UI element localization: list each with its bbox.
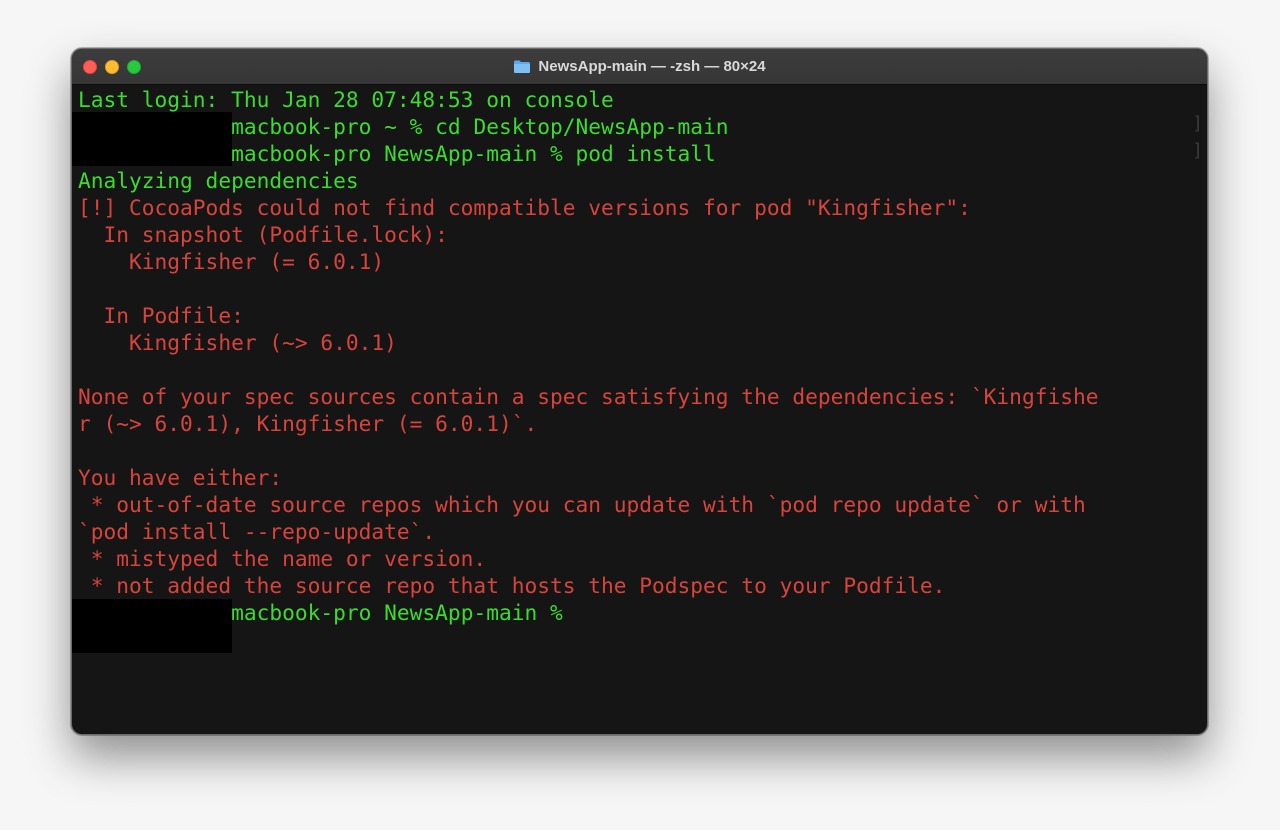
terminal-line: * out-of-date source repos which you can… bbox=[78, 491, 1207, 518]
terminal-line: Last login: Thu Jan 28 07:48:53 on conso… bbox=[78, 86, 1207, 113]
terminal-line-text: * out-of-date source repos which you can… bbox=[78, 492, 1086, 517]
redacted-username-block bbox=[72, 599, 232, 653]
terminal-line-text: Analyzing dependencies bbox=[78, 168, 359, 193]
right-margin-mark: ] bbox=[1192, 140, 1203, 161]
terminal-line: r (~> 6.0.1), Kingfisher (= 6.0.1)`. bbox=[78, 410, 1207, 437]
terminal-line: Analyzing dependencies bbox=[78, 167, 1207, 194]
terminal-line-text: You have either: bbox=[78, 465, 283, 490]
terminal-line-text: In Podfile: bbox=[78, 303, 244, 328]
redacted-username-block bbox=[72, 112, 232, 166]
terminal-line: None of your spec sources contain a spec… bbox=[78, 383, 1207, 410]
terminal-line-text: Last login: Thu Jan 28 07:48:53 on conso… bbox=[78, 87, 614, 112]
window-title: NewsApp-main — -zsh — 80×24 bbox=[538, 58, 766, 75]
right-margin-mark: ] bbox=[1192, 113, 1203, 134]
terminal-line: In Podfile: bbox=[78, 302, 1207, 329]
terminal-line-text: r (~> 6.0.1), Kingfisher (= 6.0.1)`. bbox=[78, 411, 538, 436]
terminal-line-text: @macbook-pro ~ % cd Desktop/NewsApp-main bbox=[218, 114, 729, 139]
terminal-line: `pod install --repo-update`. bbox=[78, 518, 1207, 545]
window-title-area: NewsApp-main — -zsh — 80×24 bbox=[72, 49, 1207, 84]
terminal-line-text: * mistyped the name or version. bbox=[78, 546, 487, 571]
terminal-line-text: @macbook-pro NewsApp-main % bbox=[218, 600, 576, 625]
terminal-line: @macbook-pro NewsApp-main % bbox=[78, 599, 1207, 626]
terminal-line: * not added the source repo that hosts t… bbox=[78, 572, 1207, 599]
terminal-line: * mistyped the name or version. bbox=[78, 545, 1207, 572]
title-bar[interactable]: NewsApp-main — -zsh — 80×24 bbox=[72, 49, 1207, 85]
terminal-output[interactable]: Last login: Thu Jan 28 07:48:53 on conso… bbox=[78, 86, 1207, 626]
terminal-line-text: None of your spec sources contain a spec… bbox=[78, 384, 1099, 409]
terminal-line-text: * not added the source repo that hosts t… bbox=[78, 573, 946, 598]
terminal-line: You have either: bbox=[78, 464, 1207, 491]
terminal-window[interactable]: NewsApp-main — -zsh — 80×24 Last login: … bbox=[71, 48, 1208, 735]
terminal-line: @macbook-pro NewsApp-main % pod install bbox=[78, 140, 1207, 167]
terminal-line: Kingfisher (~> 6.0.1) bbox=[78, 329, 1207, 356]
terminal-line-text: In snapshot (Podfile.lock): bbox=[78, 222, 448, 247]
terminal-line-text: `pod install --repo-update`. bbox=[78, 519, 436, 544]
terminal-line-text: @macbook-pro NewsApp-main % pod install bbox=[218, 141, 716, 166]
terminal-line-text: Kingfisher (~> 6.0.1) bbox=[78, 330, 397, 355]
terminal-line: In snapshot (Podfile.lock): bbox=[78, 221, 1207, 248]
terminal-line: @macbook-pro ~ % cd Desktop/NewsApp-main bbox=[78, 113, 1207, 140]
terminal-line-text: [!] CocoaPods could not find compatible … bbox=[78, 195, 971, 220]
terminal-line: Kingfisher (= 6.0.1) bbox=[78, 248, 1207, 275]
terminal-line-text: Kingfisher (= 6.0.1) bbox=[78, 249, 385, 274]
terminal-line: [!] CocoaPods could not find compatible … bbox=[78, 194, 1207, 221]
folder-icon bbox=[513, 59, 531, 74]
